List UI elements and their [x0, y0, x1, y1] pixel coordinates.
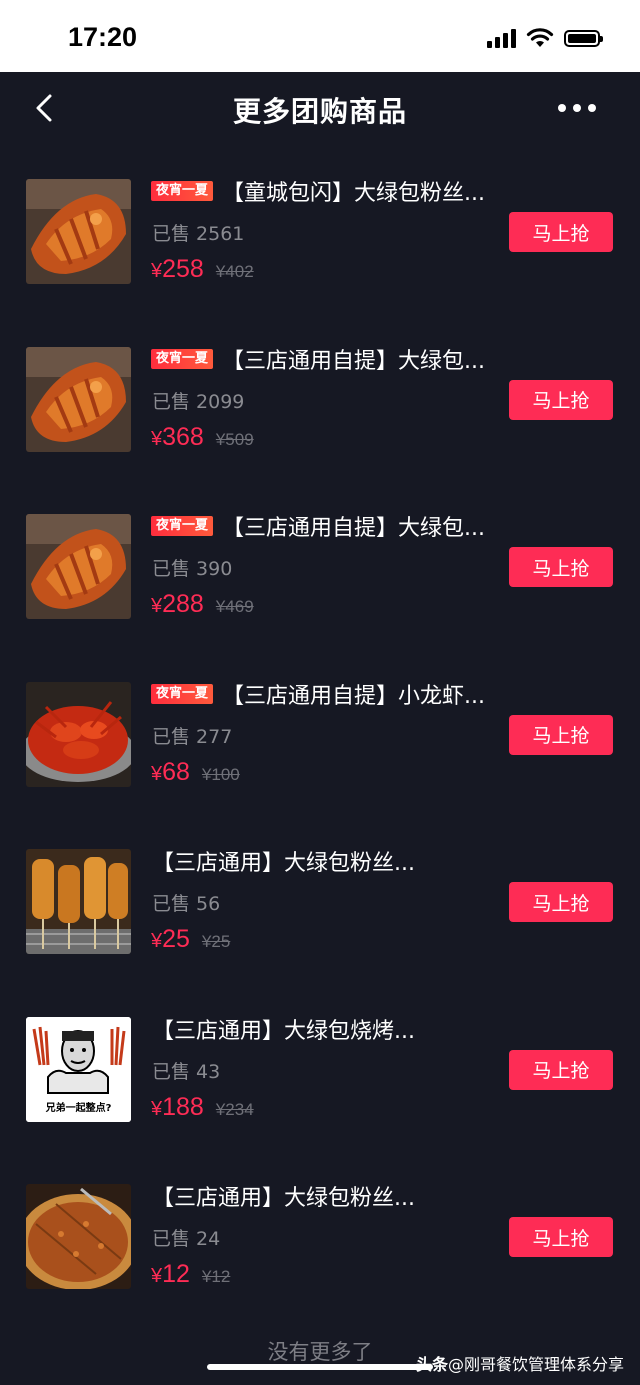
- page-title: 更多团购商品: [232, 95, 407, 128]
- price: ¥25 ¥25: [151, 925, 231, 953]
- cellular-signal-icon: [487, 28, 516, 48]
- product-title: 【三店通用自提】大绿包...: [222, 348, 485, 374]
- buy-now-button[interactable]: 马上抢: [509, 1049, 613, 1090]
- product-title: 【三店通用】大绿包烧烤...: [152, 1018, 415, 1044]
- product-title: 【童城包闪】大绿包粉丝...: [222, 181, 485, 206]
- buy-now-button[interactable]: 马上抢: [509, 714, 613, 755]
- product-image-crayfish: [26, 681, 131, 787]
- promo-badge: 夜宵一夏: [151, 516, 213, 536]
- nav-bar: 更多团购商品: [0, 72, 640, 144]
- watermark-brand: 头条: [415, 1355, 448, 1374]
- product-image-meme: 兄弟一起整点?: [26, 1016, 131, 1122]
- original-price: ¥100: [201, 764, 240, 784]
- original-price: ¥402: [215, 262, 254, 281]
- sold-count: 已售 390: [152, 558, 233, 580]
- product-item[interactable]: 夜宵一夏 【三店通用自提】大绿包... 已售 2099 ¥368 ¥509 马上抢: [0, 312, 640, 480]
- original-price: ¥234: [215, 1099, 254, 1119]
- original-price: ¥469: [215, 597, 254, 616]
- price: ¥258 ¥402: [151, 255, 254, 283]
- product-image-grilled-fish: [26, 514, 131, 619]
- product-image-skewers: [26, 849, 131, 954]
- product-title: 【三店通用】大绿包粉丝...: [152, 851, 415, 876]
- product-title: 【三店通用自提】小龙虾...: [222, 683, 485, 709]
- product-item[interactable]: 夜宵一夏 【童城包闪】大绿包粉丝... 已售 2561 ¥258 ¥402 马上抢: [0, 144, 640, 312]
- watermark-text: @刚哥餐饮管理体系分享: [447, 1355, 624, 1374]
- price: ¥368 ¥509: [151, 422, 254, 451]
- buy-now-button[interactable]: 马上抢: [509, 1217, 613, 1257]
- product-image-grilled-fish: [26, 346, 131, 452]
- product-title: 【三店通用自提】大绿包...: [222, 516, 485, 541]
- price: ¥188 ¥234: [151, 1092, 254, 1121]
- promo-badge: 夜宵一夏: [151, 683, 213, 704]
- sold-count: 已售 277: [152, 725, 233, 748]
- status-time: 17:20: [68, 22, 138, 52]
- buy-now-button[interactable]: 马上抢: [509, 882, 613, 922]
- meme-caption: 兄弟一起整点?: [45, 1102, 112, 1114]
- original-price: ¥25: [201, 932, 231, 951]
- home-indicator[interactable]: [207, 1364, 433, 1370]
- product-item[interactable]: 【三店通用】大绿包粉丝... 已售 24 ¥12 ¥12 马上抢: [0, 1149, 640, 1317]
- sold-count: 已售 2561: [152, 223, 245, 245]
- product-item[interactable]: 【三店通用】大绿包粉丝... 已售 56 ¥25 ¥25 马上抢: [0, 814, 640, 982]
- price: ¥68 ¥100: [151, 757, 240, 786]
- product-item[interactable]: 夜宵一夏 【三店通用自提】大绿包... 已售 390 ¥288 ¥469 马上抢: [0, 479, 640, 647]
- promo-badge: 夜宵一夏: [151, 181, 213, 201]
- product-title: 【三店通用】大绿包粉丝...: [152, 1186, 415, 1211]
- status-icons: [487, 28, 603, 48]
- product-item[interactable]: 夜宵一夏 【三店通用自提】小龙虾... 已售 277 ¥68 ¥100 马上抢: [0, 647, 640, 815]
- buy-now-button[interactable]: 马上抢: [509, 547, 613, 587]
- price: ¥288 ¥469: [151, 590, 254, 618]
- battery-icon: [564, 29, 603, 47]
- sold-count: 已售 2099: [152, 390, 245, 413]
- product-image-grilled-fish: [26, 179, 131, 284]
- buy-now-button[interactable]: 马上抢: [509, 212, 613, 252]
- price: ¥12 ¥12: [151, 1260, 231, 1288]
- watermark: 头条@刚哥餐饮管理体系分享: [416, 1351, 624, 1375]
- promo-badge: 夜宵一夏: [151, 348, 213, 369]
- more-options-icon[interactable]: [558, 104, 596, 112]
- product-list: 夜宵一夏 【童城包闪】大绿包粉丝... 已售 2561 ¥258 ¥402 马上抢…: [0, 144, 640, 1317]
- original-price: ¥509: [215, 429, 254, 449]
- wifi-icon: [526, 28, 554, 47]
- original-price: ¥12: [201, 1267, 231, 1286]
- buy-now-button[interactable]: 马上抢: [509, 379, 613, 420]
- sold-count: 已售 56: [152, 893, 221, 915]
- sold-count: 已售 43: [152, 1060, 221, 1083]
- product-item[interactable]: 兄弟一起整点? 【三店通用】大绿包烧烤... 已售 43 ¥188 ¥234 马上…: [0, 982, 640, 1150]
- status-bar: 17:20: [0, 0, 640, 72]
- product-image-pizza: [26, 1184, 131, 1289]
- sold-count: 已售 24: [152, 1228, 221, 1250]
